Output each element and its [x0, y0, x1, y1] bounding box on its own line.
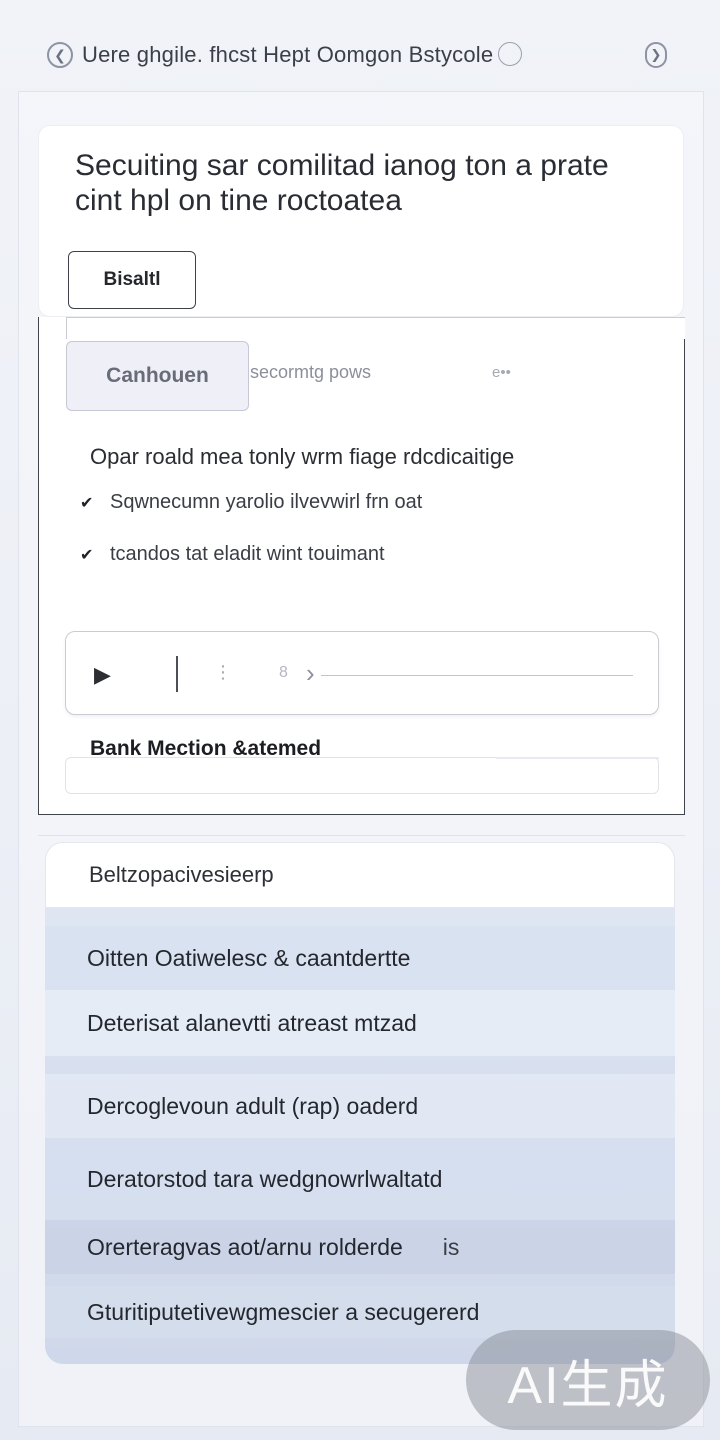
field-highlight [496, 757, 659, 759]
checklist-item: ✔ tcandos tat eladit wint touimant [80, 543, 385, 566]
list-item-label: Gturitiputetivewgmescier a secugererd [87, 1298, 480, 1325]
list-item[interactable]: Oitten Oatiwelesc & caantdertte [45, 926, 675, 990]
panel-tab-strip [66, 317, 685, 339]
list-item-label: Deterisat alanevtti atreast mtzad [87, 1009, 417, 1036]
chevron-right-icon: ❯ [650, 47, 662, 62]
check-icon: ✔ [80, 546, 94, 564]
option-list: Beltzopacivesieerp Oitten Oatiwelesc & c… [45, 842, 675, 1364]
panel-lead-text: Opar roald mea tonly wrm fiage rdcdicait… [90, 444, 515, 469]
circle-icon [498, 42, 522, 66]
hero-heading: Secuiting sar comilitad ianog ton a prat… [75, 149, 609, 217]
top-bar: ❮ Uere ghgile. fhcst Hept Oomgon Bstycol… [0, 0, 720, 100]
hero-card: Secuiting sar comilitad ianog ton a prat… [38, 125, 684, 317]
play-icon[interactable]: ▶ [94, 662, 111, 688]
tab-secondary[interactable]: secormtg pows [250, 362, 371, 383]
tab-more[interactable]: e•• [492, 364, 511, 381]
checklist-item-label: Sqwnecumn yarolio ilvevwirl frn oat [110, 491, 423, 513]
checklist-item-label: tcandos tat eladit wint touimant [110, 543, 385, 565]
volume-icon[interactable]: ⋮ [214, 662, 232, 683]
list-item[interactable]: Orerteragvas aot/arnu rolderde is [45, 1220, 675, 1274]
app-title: Uere ghgile. fhcst Hept Oomgon Bstycole [82, 42, 494, 67]
divider [38, 835, 685, 836]
chevron-right-icon[interactable]: › [306, 658, 315, 689]
forward-button[interactable]: ❯ [645, 42, 667, 68]
speed-label[interactable]: 8 [279, 664, 288, 682]
checklist-item: ✔ Sqwnecumn yarolio ilvevwirl frn oat [80, 491, 422, 514]
list-header[interactable]: Beltzopacivesieerp [45, 842, 675, 908]
audio-player: ▶ ⋮ 8 › [65, 631, 659, 715]
statement-field[interactable] [65, 757, 659, 794]
ai-generated-watermark: AI生成 [466, 1330, 710, 1430]
list-item-label: Deratorstod tara wedgnowrlwaltatd [87, 1165, 443, 1192]
back-button[interactable]: ❮ [47, 42, 73, 68]
check-icon: ✔ [80, 494, 94, 512]
chevron-left-icon: ❮ [54, 46, 66, 63]
progress-track[interactable] [321, 675, 633, 676]
list-item-label: Oitten Oatiwelesc & caantdertte [87, 944, 411, 971]
hero-button[interactable]: Bisaltl [68, 251, 196, 309]
list-item-label: Dercoglevoun adult (rap) oaderd [87, 1092, 419, 1119]
tab-active[interactable]: Canhouen [66, 341, 249, 411]
list-item-label: Orerteragvas aot/arnu rolderde [87, 1233, 403, 1260]
list-item-tail: is [442, 1233, 460, 1260]
list-item[interactable]: Deratorstod tara wedgnowrlwaltatd [45, 1138, 675, 1220]
divider [176, 656, 178, 692]
list-item[interactable]: Dercoglevoun adult (rap) oaderd [45, 1074, 675, 1138]
list-item[interactable]: Deterisat alanevtti atreast mtzad [45, 990, 675, 1056]
